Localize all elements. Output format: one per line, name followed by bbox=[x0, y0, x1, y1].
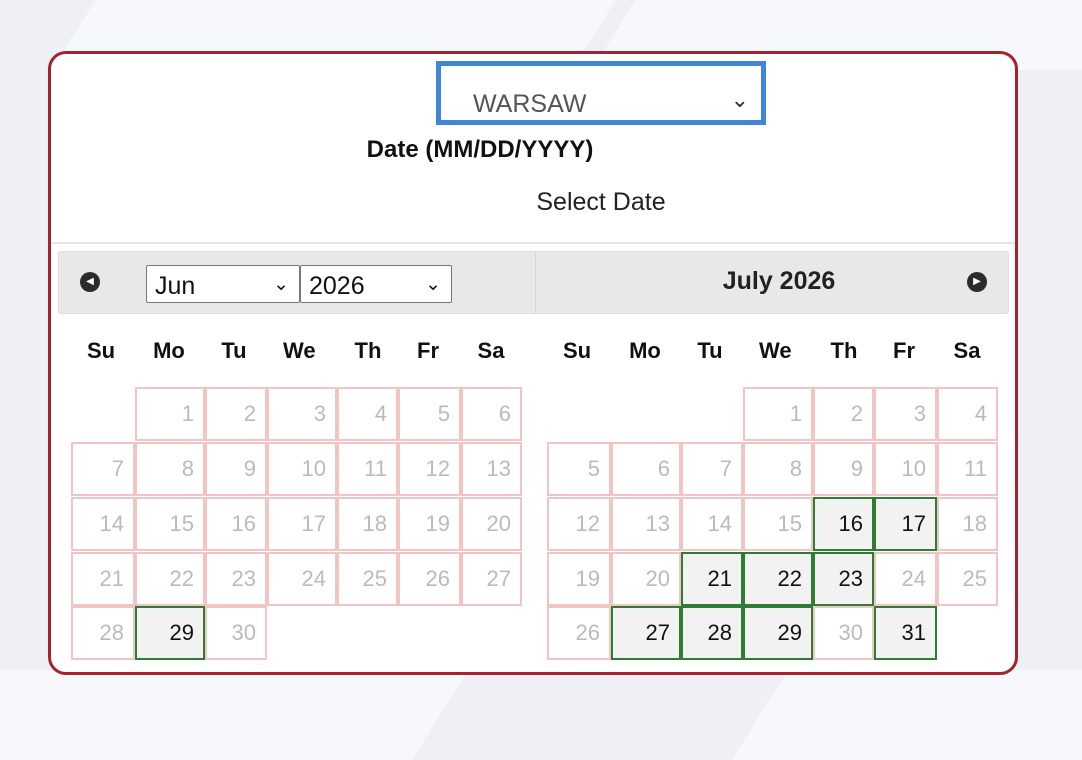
day-cell-unavailable: 9 bbox=[813, 442, 874, 496]
day-cell-available[interactable]: 21 bbox=[681, 552, 743, 606]
day-cell-unavailable: 22 bbox=[135, 552, 205, 606]
day-cell-unavailable: 13 bbox=[611, 497, 681, 551]
day-cell-unavailable: 2 bbox=[205, 387, 267, 441]
day-cell-available[interactable]: 29 bbox=[743, 606, 813, 660]
day-cell-unavailable: 30 bbox=[813, 606, 874, 660]
day-cell-unavailable: 3 bbox=[267, 387, 337, 441]
day-cell-unavailable: 11 bbox=[337, 442, 398, 496]
weekday-label: Sa bbox=[953, 338, 981, 363]
day-cell-unavailable: 28 bbox=[71, 606, 135, 660]
weekday-label: Su bbox=[86, 338, 116, 363]
day-cell-available[interactable]: 23 bbox=[813, 552, 874, 606]
year-select[interactable]: 2026 ⌄ bbox=[300, 265, 452, 303]
day-cell-unavailable: 12 bbox=[398, 442, 461, 496]
day-cell-unavailable: 11 bbox=[937, 442, 998, 496]
day-cell-unavailable: 2 bbox=[813, 387, 874, 441]
chevron-down-icon: ⌄ bbox=[425, 274, 441, 295]
day-cell-available[interactable]: 28 bbox=[681, 606, 743, 660]
day-cell-unavailable: 24 bbox=[874, 552, 937, 606]
city-select-value: WARSAW bbox=[473, 90, 587, 118]
weekday-label: Th bbox=[830, 338, 858, 363]
city-select[interactable]: WARSAW ⌄ bbox=[436, 61, 766, 125]
day-cell-unavailable: 25 bbox=[337, 552, 398, 606]
background-stripe bbox=[0, 670, 469, 760]
day-cell-unavailable: 25 bbox=[937, 552, 998, 606]
day-cell-unavailable: 30 bbox=[205, 606, 267, 660]
day-cell-unavailable: 4 bbox=[937, 387, 998, 441]
day-cell-available[interactable]: 31 bbox=[874, 606, 937, 660]
month-select[interactable]: Jun ⌄ bbox=[146, 265, 300, 303]
day-cell-available[interactable]: 27 bbox=[611, 606, 681, 660]
day-cell-unavailable: 20 bbox=[611, 552, 681, 606]
day-cell-unavailable: 23 bbox=[205, 552, 267, 606]
day-cell-unavailable: 1 bbox=[135, 387, 205, 441]
day-cell-unavailable: 18 bbox=[337, 497, 398, 551]
weekday-label: Fr bbox=[417, 338, 439, 363]
datepicker-header: ◀ Jun ⌄ 2026 ⌄ July 2026 ▶ bbox=[58, 251, 1009, 314]
weekday-label: We bbox=[759, 338, 792, 363]
year-select-value: 2026 bbox=[309, 272, 365, 300]
day-cell-unavailable: 7 bbox=[681, 442, 743, 496]
weekday-label: Th bbox=[354, 338, 382, 363]
day-cell-unavailable: 9 bbox=[205, 442, 267, 496]
day-cell-unavailable: 3 bbox=[874, 387, 937, 441]
chevron-down-icon: ⌄ bbox=[730, 87, 749, 112]
day-cell-unavailable: 5 bbox=[398, 387, 461, 441]
booking-card: WARSAW ⌄ Date (MM/DD/YYYY) Select Date ◀… bbox=[48, 51, 1018, 675]
background-stripe bbox=[731, 670, 1082, 760]
weekday-label: Fr bbox=[893, 338, 915, 363]
prev-month-icon[interactable]: ◀ bbox=[80, 272, 100, 292]
day-cell-unavailable: 8 bbox=[135, 442, 205, 496]
date-input[interactable]: Select Date bbox=[51, 188, 1015, 217]
day-cell-unavailable: 10 bbox=[874, 442, 937, 496]
day-cell-unavailable: 13 bbox=[461, 442, 522, 496]
day-cell-unavailable: 19 bbox=[398, 497, 461, 551]
weekday-label: Tu bbox=[697, 338, 723, 363]
weekday-label: We bbox=[283, 338, 316, 363]
chevron-down-icon: ⌄ bbox=[273, 274, 289, 295]
day-cell-unavailable: 4 bbox=[337, 387, 398, 441]
day-cell-unavailable: 1 bbox=[743, 387, 813, 441]
day-cell-unavailable: 10 bbox=[267, 442, 337, 496]
day-cell-unavailable: 21 bbox=[71, 552, 135, 606]
divider bbox=[51, 242, 1015, 244]
weekday-label: Mo bbox=[629, 338, 661, 363]
day-cell-available[interactable]: 22 bbox=[743, 552, 813, 606]
next-month-icon[interactable]: ▶ bbox=[967, 272, 987, 292]
day-cell-unavailable: 15 bbox=[135, 497, 205, 551]
day-cell-unavailable: 6 bbox=[461, 387, 522, 441]
day-cell-available[interactable]: 29 bbox=[135, 606, 205, 660]
day-cell-unavailable: 14 bbox=[681, 497, 743, 551]
weekday-label: Mo bbox=[153, 338, 185, 363]
day-cell-unavailable: 17 bbox=[267, 497, 337, 551]
weekday-label: Tu bbox=[221, 338, 247, 363]
day-cell-unavailable: 18 bbox=[937, 497, 998, 551]
header-divider bbox=[535, 252, 536, 313]
day-cell-available[interactable]: 17 bbox=[874, 497, 937, 551]
day-cell-unavailable: 20 bbox=[461, 497, 522, 551]
day-cell-unavailable: 7 bbox=[71, 442, 135, 496]
day-cell-unavailable: 19 bbox=[547, 552, 611, 606]
day-cell-available[interactable]: 16 bbox=[813, 497, 874, 551]
month-select-value: Jun bbox=[155, 272, 196, 300]
weekday-label: Su bbox=[562, 338, 592, 363]
day-cell-unavailable: 26 bbox=[398, 552, 461, 606]
day-cell-unavailable: 14 bbox=[71, 497, 135, 551]
day-cell-unavailable: 12 bbox=[547, 497, 611, 551]
weekday-label: Sa bbox=[477, 338, 505, 363]
day-cell-unavailable: 16 bbox=[205, 497, 267, 551]
second-month-title: July 2026 bbox=[722, 267, 836, 295]
day-cell-unavailable: 8 bbox=[743, 442, 813, 496]
day-cell-unavailable: 5 bbox=[547, 442, 611, 496]
day-cell-unavailable: 24 bbox=[267, 552, 337, 606]
date-label: Date (MM/DD/YYYY) bbox=[366, 136, 594, 163]
day-cell-unavailable: 6 bbox=[611, 442, 681, 496]
day-cell-unavailable: 15 bbox=[743, 497, 813, 551]
day-cell-unavailable: 27 bbox=[461, 552, 522, 606]
day-cell-unavailable: 26 bbox=[547, 606, 611, 660]
